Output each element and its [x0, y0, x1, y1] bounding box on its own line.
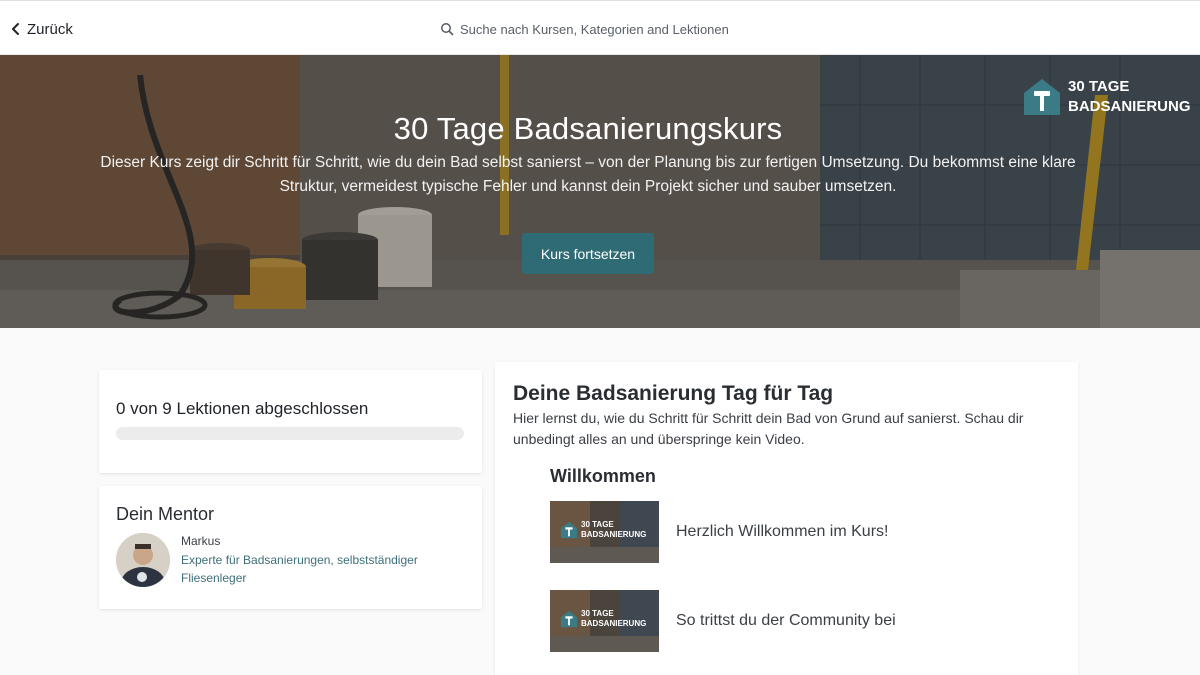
- house-hammer-icon: [560, 610, 578, 628]
- back-button[interactable]: Zurück: [10, 18, 73, 40]
- mentor-name: Markus: [181, 534, 221, 548]
- thumbnail-logo: 30 TAGE BADSANIERUNG: [560, 520, 646, 540]
- search-icon: [441, 23, 454, 36]
- lesson-title[interactable]: Herzlich Willkommen im Kurs!: [676, 523, 888, 541]
- thumbnail-wordmark: 30 TAGE BADSANIERUNG: [581, 520, 646, 540]
- mentor-heading: Dein Mentor: [116, 504, 215, 524]
- house-hammer-icon: [1024, 79, 1060, 115]
- house-hammer-icon: [560, 521, 578, 539]
- progress-card: 0 von 9 Lektionen abgeschlossen: [99, 370, 482, 473]
- lesson-thumbnail[interactable]: 30 TAGE BADSANIERUNG: [550, 501, 659, 563]
- search-input[interactable]: Suche nach Kursen, Kategorien and Lektio…: [440, 17, 760, 41]
- module-title: Willkommen: [550, 466, 656, 486]
- chevron-left-icon: [12, 23, 19, 35]
- lesson-thumbnail[interactable]: 30 TAGE BADSANIERUNG: [550, 590, 659, 652]
- back-label: Zurück: [27, 20, 73, 38]
- progress-bar: [116, 427, 464, 440]
- hero-banner: 30 Tage Badsanierungskurs Dieser Kurs ze…: [0, 55, 1200, 328]
- course-description: Dieser Kurs zeigt dir Schritt für Schrit…: [100, 154, 1076, 195]
- progress-label: 0 von 9 Lektionen abgeschlossen: [116, 399, 369, 418]
- thumbnail-line-1: 30 TAGE: [581, 520, 614, 529]
- brand-wordmark: 30 TAGE BADSANIERUNG: [1068, 77, 1191, 117]
- continue-course-button[interactable]: Kurs fortsetzen: [522, 233, 654, 274]
- brand-logo: 30 TAGE BADSANIERUNG: [1022, 75, 1191, 119]
- thumbnail-wordmark: 30 TAGE BADSANIERUNG: [581, 609, 646, 629]
- lesson-item[interactable]: 30 TAGE BADSANIERUNG So trittst du der C…: [550, 590, 1030, 652]
- lesson-item[interactable]: 30 TAGE BADSANIERUNG Herzlich Willkommen…: [550, 501, 1030, 563]
- lesson-title[interactable]: So trittst du der Community bei: [676, 612, 896, 630]
- thumbnail-line-2: BADSANIERUNG: [581, 619, 647, 628]
- mentor-photo: [116, 533, 170, 587]
- thumbnail-line-2: BADSANIERUNG: [581, 530, 647, 539]
- avatar: [116, 533, 170, 587]
- course-content: Deine Badsanierung Tag für Tag Hier lern…: [495, 362, 1078, 675]
- mentor-role: Experte für Badsanierungen, selbstständi…: [181, 553, 418, 585]
- brand-line-2: BADSANIERUNG: [1068, 98, 1191, 115]
- brand-line-1: 30 TAGE: [1068, 78, 1130, 95]
- section-description: Hier lernst du, wie du Schritt für Schri…: [513, 410, 1024, 447]
- top-bar: Zurück Suche nach Kursen, Kategorien and…: [0, 0, 1200, 55]
- thumbnail-logo: 30 TAGE BADSANIERUNG: [560, 609, 646, 629]
- mentor-card: Dein Mentor Markus Experte für Badsanier…: [99, 486, 482, 609]
- course-title: 30 Tage Badsanierungskurs: [393, 111, 783, 146]
- section-title: Deine Badsanierung Tag für Tag: [513, 382, 834, 405]
- thumbnail-line-1: 30 TAGE: [581, 609, 614, 618]
- search-placeholder[interactable]: Suche nach Kursen, Kategorien and Lektio…: [460, 22, 729, 37]
